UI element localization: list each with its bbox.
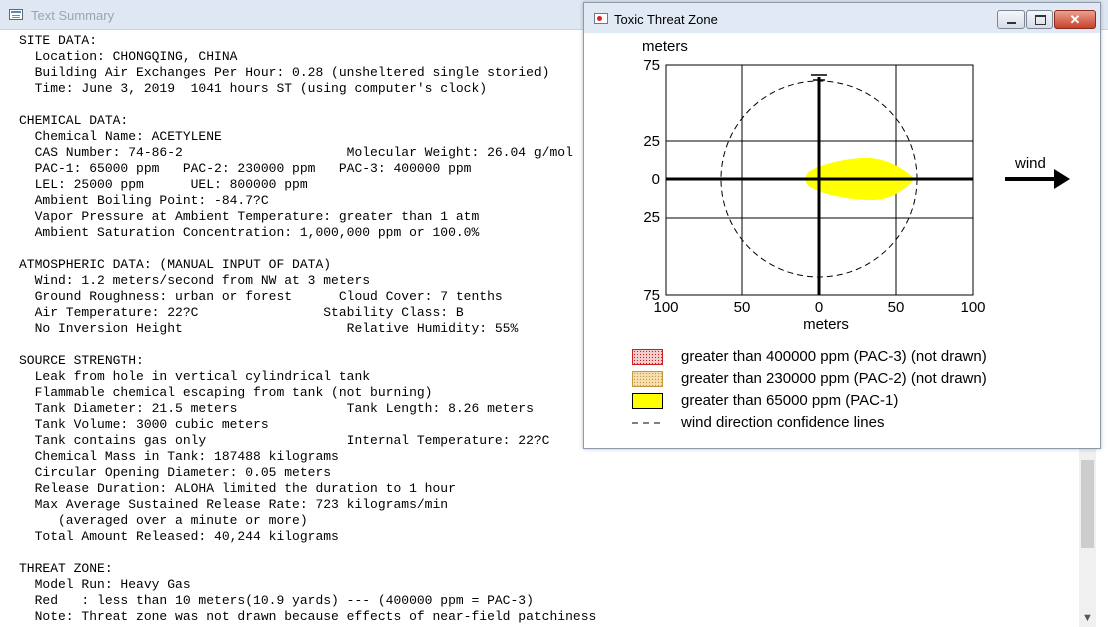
y-axis-unit-label: meters [642,38,688,55]
x-tick-label: 50 [734,299,751,316]
summary-line: Tank contains gas only Internal Temperat… [19,433,550,448]
summary-line: Circular Opening Diameter: 0.05 meters [19,465,332,480]
summary-line: Building Air Exchanges Per Hour: 0.28 (u… [19,65,550,80]
summary-line: Model Run: Heavy Gas [19,577,191,592]
summary-line: (averaged over a minute or more) [19,513,308,528]
summary-line: Release Duration: ALOHA limited the dura… [19,481,456,496]
summary-line: Chemical Name: ACETYLENE [19,129,222,144]
summary-line: Flammable chemical escaping from tank (n… [19,385,433,400]
summary-line [19,97,596,113]
threat-zone-window-icon[interactable] [594,13,608,24]
summary-line: ATMOSPHERIC DATA: (MANUAL INPUT OF DATA) [19,257,332,272]
close-icon: ✕ [1069,12,1081,27]
summary-line: SOURCE STRENGTH: [19,353,144,368]
summary-line: THREAT ZONE: [19,561,113,576]
wind-arrow-icon [1005,169,1070,189]
legend-swatch-dashed-line [632,422,663,424]
summary-line: CHEMICAL DATA: [19,113,129,128]
x-axis-unit-label: meters [803,316,849,333]
legend-label: greater than 400000 ppm (PAC-3) (not dra… [681,348,987,365]
summary-line: Red : less than 10 meters(10.9 yards) --… [19,593,534,608]
summary-line: Note: Threat zone was not drawn because … [19,609,597,624]
summary-line: SITE DATA: [19,33,98,48]
threat-zone-title: Toxic Threat Zone [614,12,718,27]
summary-line: Ambient Saturation Concentration: 1,000,… [19,225,480,240]
x-tick-label: 100 [960,299,985,316]
text-summary-window-icon[interactable] [9,9,23,20]
legend-swatch-pac1 [632,393,663,409]
legend-label: greater than 65000 ppm (PAC-1) [681,392,899,409]
summary-line: Vapor Pressure at Ambient Temperature: g… [19,209,480,224]
summary-line: LEL: 25000 ppm UEL: 800000 ppm [19,177,308,192]
summary-line: Ambient Boiling Point: -84.7?C [19,193,269,208]
x-tick-label: 50 [888,299,905,316]
summary-line: No Inversion Height Relative Humidity: 5… [19,321,519,336]
summary-line: Chemical Mass in Tank: 187488 kilograms [19,449,339,464]
summary-line: Total Amount Released: 40,244 kilograms [19,529,339,544]
summary-line [19,337,596,353]
threat-zone-plot-area: meters 75 25 0 25 75 100 50 0 50 100 met… [592,34,1092,444]
summary-line: CAS Number: 74-86-2 Molecular Weight: 26… [19,145,573,160]
legend-swatch-pac3 [632,349,663,365]
toxic-threat-zone-window: Toxic Threat Zone ✕ meters 75 25 0 25 75… [583,2,1101,449]
summary-line: Wind: 1.2 meters/second from NW at 3 met… [19,273,371,288]
y-tick-label: 75 [643,57,660,74]
summary-line: PAC-1: 65000 ppm PAC-2: 230000 ppm PAC-3… [19,161,472,176]
summary-line: Tank Volume: 3000 cubic meters [19,417,269,432]
scroll-down-arrow-icon[interactable]: ▼ [1079,610,1096,627]
y-tick-label: 25 [643,209,660,226]
x-tick-label: 0 [815,299,823,316]
summary-line: Max Average Sustained Release Rate: 723 … [19,497,449,512]
text-summary-content: SITE DATA: Location: CHONGQING, CHINA Bu… [19,33,596,625]
legend-swatch-pac2 [632,371,663,387]
summary-line: Air Temperature: 22?C Stability Class: B [19,305,464,320]
minimize-button[interactable] [997,10,1025,29]
summary-line: Leak from hole in vertical cylindrical t… [19,369,371,384]
summary-line [19,241,596,257]
y-tick-label: 0 [652,171,660,188]
y-tick-label: 25 [643,133,660,150]
text-summary-title: Text Summary [31,8,115,23]
summary-line: Location: CHONGQING, CHINA [19,49,238,64]
summary-line [19,545,596,561]
wind-label: wind [1014,155,1046,172]
close-button[interactable]: ✕ [1054,10,1096,29]
summary-line: Time: June 3, 2019 1041 hours ST (using … [19,81,488,96]
legend-label: wind direction confidence lines [681,414,885,431]
x-tick-label: 100 [653,299,678,316]
summary-line: Tank Diameter: 21.5 meters Tank Length: … [19,401,534,416]
maximize-button[interactable] [1026,10,1053,29]
scrollbar-thumb[interactable] [1081,460,1094,548]
threat-zone-titlebar[interactable]: Toxic Threat Zone ✕ [584,3,1100,33]
summary-line: Ground Roughness: urban or forest Cloud … [19,289,503,304]
legend-label: greater than 230000 ppm (PAC-2) (not dra… [681,370,987,387]
